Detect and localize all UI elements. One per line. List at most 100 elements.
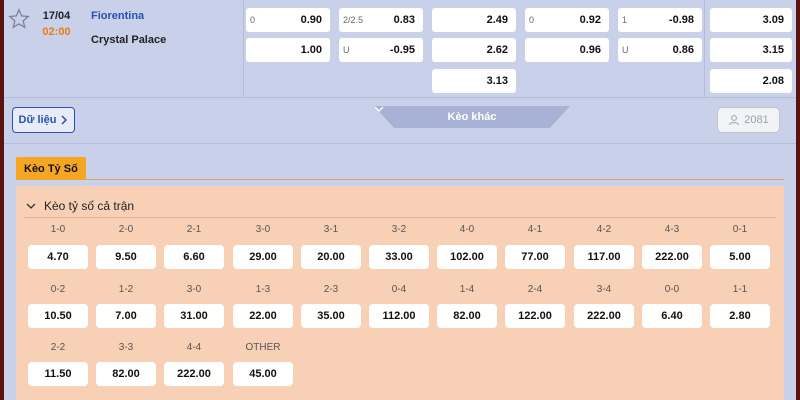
- score-odds-button[interactable]: 77.00: [505, 245, 565, 269]
- chevron-down-icon: [374, 106, 384, 112]
- odds-value: 2.62: [486, 44, 508, 56]
- more-odds-label: Kèo khác: [447, 111, 497, 123]
- odds-cell[interactable]: 1 -0.98: [618, 8, 702, 32]
- handicap-label: U: [343, 45, 350, 55]
- odds-cell[interactable]: 1.00: [246, 38, 330, 62]
- odds-cell[interactable]: U -0.95: [339, 38, 423, 62]
- score-odds-button[interactable]: 122.00: [505, 304, 565, 328]
- tab-correct-score[interactable]: Kèo Tỷ Số: [16, 157, 86, 180]
- score-odds-button[interactable]: 82.00: [96, 362, 156, 386]
- panel-header[interactable]: Kèo tỷ số cả trận: [24, 194, 776, 218]
- score-odds-button[interactable]: 45.00: [233, 362, 293, 386]
- match-time: 02:00: [42, 26, 71, 38]
- star-icon[interactable]: [8, 8, 30, 30]
- odds-value: 0.83: [393, 14, 415, 26]
- score-label: 1-3: [255, 284, 271, 295]
- handicap-label: 0: [250, 15, 256, 25]
- user-icon: [729, 115, 740, 126]
- odds-value: 0.90: [300, 14, 322, 26]
- score-odds-button[interactable]: 112.00: [369, 304, 429, 328]
- handicap-label: U: [622, 45, 629, 55]
- odds-cell[interactable]: 0 0.90: [246, 8, 330, 32]
- odds-cell[interactable]: 0.96: [525, 38, 609, 62]
- score-label: 4-1: [527, 224, 543, 235]
- score-label: 4-2: [596, 224, 612, 235]
- score-odds-button[interactable]: 22.00: [233, 304, 293, 328]
- score-label: 2-0: [118, 224, 134, 235]
- odds-value: 0.86: [672, 44, 694, 56]
- home-team-name[interactable]: Fiorentina: [91, 10, 144, 22]
- handicap-label: 2/2.5: [343, 15, 364, 25]
- column-divider: [243, 0, 244, 98]
- score-odds-button[interactable]: 29.00: [233, 245, 293, 269]
- score-label: 3-3: [118, 342, 134, 353]
- odds-value: 2.08: [762, 75, 784, 87]
- odds-value: 2.49: [486, 14, 508, 26]
- action-row: Dữ liệu Kèo khác 2081: [4, 98, 796, 144]
- score-label: 3-1: [323, 224, 339, 235]
- score-odds-button[interactable]: 33.00: [369, 245, 429, 269]
- tab-bar: Kèo Tỷ Số: [16, 157, 784, 180]
- score-odds-button[interactable]: 5.00: [710, 245, 770, 269]
- chevron-down-icon: [26, 203, 36, 209]
- score-label: 4-0: [459, 224, 475, 235]
- odds-value: 0.96: [579, 44, 601, 56]
- score-odds-button[interactable]: 222.00: [164, 362, 224, 386]
- score-odds-button[interactable]: 117.00: [574, 245, 634, 269]
- score-label: 4-4: [186, 342, 202, 353]
- panel-title: Kèo tỷ số cả trận: [44, 198, 135, 213]
- score-odds-button[interactable]: 4.70: [28, 245, 88, 269]
- score-odds-button[interactable]: 102.00: [437, 245, 497, 269]
- column-divider: [704, 0, 705, 98]
- odds-cell[interactable]: 3.15: [710, 38, 792, 62]
- score-label: 3-2: [391, 224, 407, 235]
- bet-count-button[interactable]: 2081: [717, 107, 780, 133]
- odds-cell[interactable]: 2.08: [710, 69, 792, 93]
- chevron-right-icon: [61, 115, 68, 125]
- score-label: 4-3: [664, 224, 680, 235]
- score-odds-button[interactable]: 7.00: [96, 304, 156, 328]
- score-label: 2-2: [50, 342, 66, 353]
- score-label: 1-1: [732, 284, 748, 295]
- odds-value: -0.98: [668, 14, 694, 26]
- odds-cell[interactable]: 2.62: [432, 38, 516, 62]
- score-label: 0-1: [732, 224, 748, 235]
- match-datetime: 17/04 02:00: [34, 10, 79, 38]
- score-label: 2-4: [527, 284, 543, 295]
- score-odds-button[interactable]: 10.50: [28, 304, 88, 328]
- score-odds-button[interactable]: 2.80: [710, 304, 770, 328]
- away-team-name: Crystal Palace: [91, 34, 167, 46]
- more-odds-button[interactable]: Kèo khác: [374, 106, 570, 128]
- score-odds-button[interactable]: 82.00: [437, 304, 497, 328]
- odds-cell[interactable]: 3.13: [432, 69, 516, 93]
- match-date: 17/04: [42, 10, 71, 22]
- handicap-label: 0: [529, 15, 535, 25]
- score-label: 0-0: [664, 284, 680, 295]
- odds-cell[interactable]: 0 0.92: [525, 8, 609, 32]
- score-odds-button[interactable]: 35.00: [301, 304, 361, 328]
- score-label: 3-0: [255, 224, 271, 235]
- score-label: OTHER: [245, 342, 281, 353]
- score-odds-button[interactable]: 31.00: [164, 304, 224, 328]
- score-odds-button[interactable]: 6.60: [164, 245, 224, 269]
- odds-value: -0.95: [389, 44, 415, 56]
- score-label: 0-2: [50, 284, 66, 295]
- score-label: 1-0: [50, 224, 66, 235]
- data-button[interactable]: Dữ liệu: [12, 107, 75, 133]
- odds-cell[interactable]: 3.09: [710, 8, 792, 32]
- score-odds-button[interactable]: 222.00: [574, 304, 634, 328]
- score-odds-button[interactable]: 20.00: [301, 245, 361, 269]
- odds-cell[interactable]: 2/2.5 0.83: [339, 8, 423, 32]
- score-odds-button[interactable]: 9.50: [96, 245, 156, 269]
- odds-value: 3.15: [762, 44, 784, 56]
- bet-count: 2081: [744, 114, 769, 126]
- match-row: 17/04 02:00 Fiorentina Crystal Palace 00…: [4, 0, 796, 98]
- score-odds-button[interactable]: 6.40: [642, 304, 702, 328]
- score-label: 2-3: [323, 284, 339, 295]
- odds-cell[interactable]: U 0.86: [618, 38, 702, 62]
- correct-score-panel: Kèo tỷ số cả trận 1-0 4.70 2-0 9.50 2-1 6.60 3…: [16, 186, 784, 400]
- score-odds-button[interactable]: 222.00: [642, 245, 702, 269]
- score-label: 3-4: [596, 284, 612, 295]
- odds-cell[interactable]: 2.49: [432, 8, 516, 32]
- score-odds-button[interactable]: 11.50: [28, 362, 88, 386]
